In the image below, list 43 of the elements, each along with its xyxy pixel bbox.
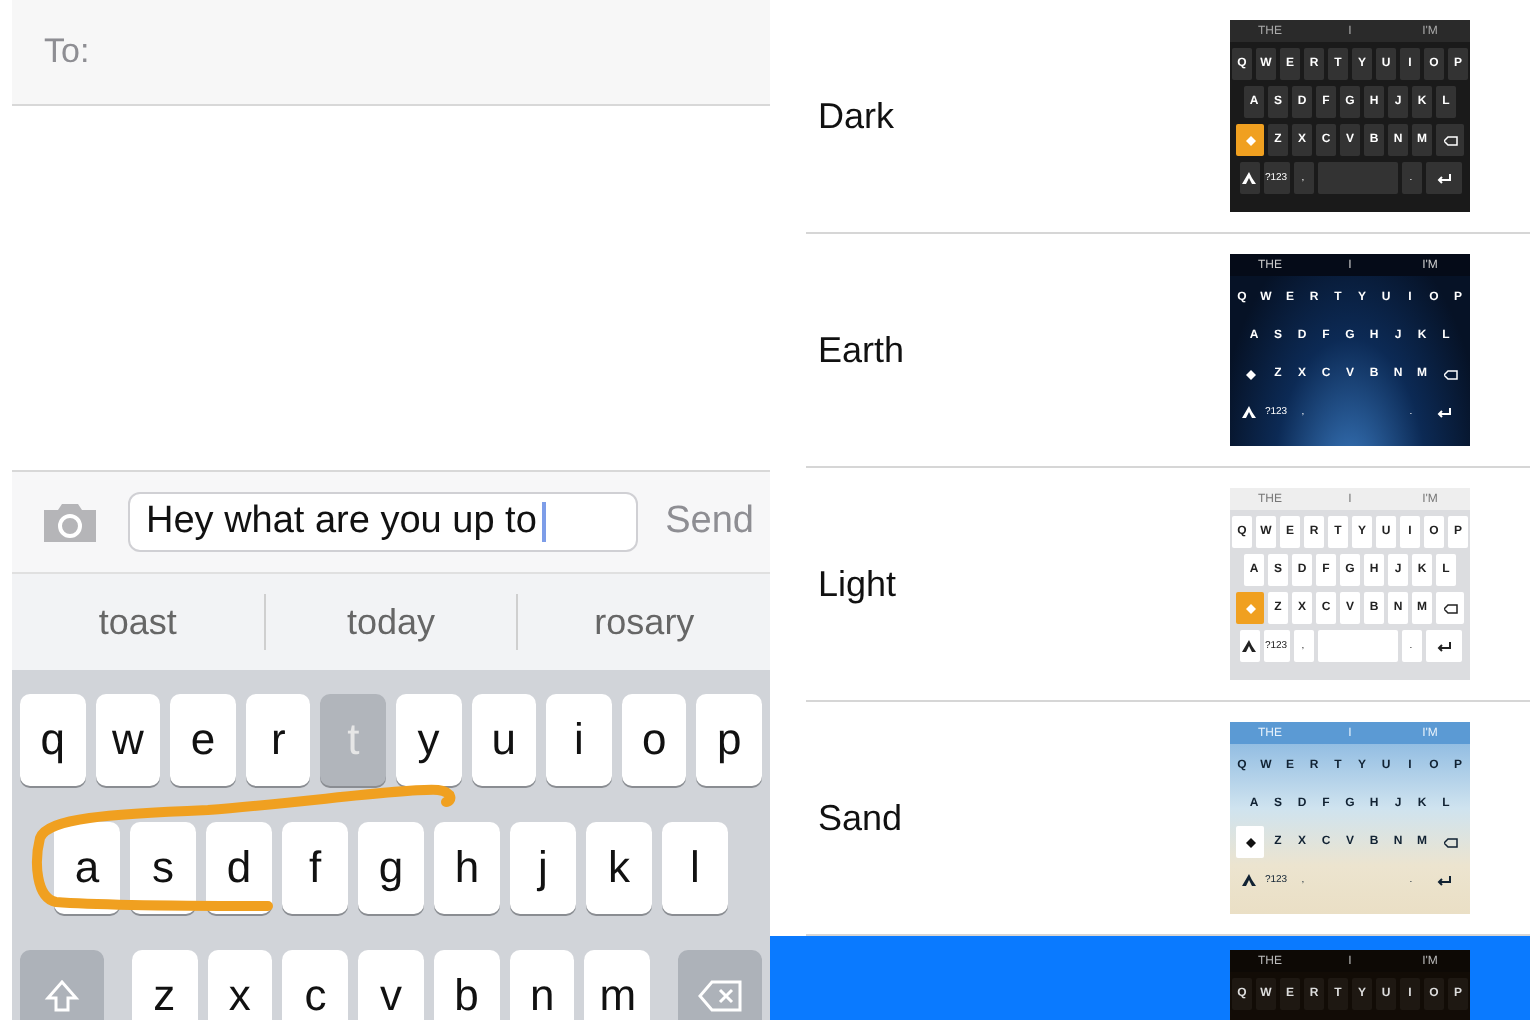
to-label: To: bbox=[44, 32, 90, 72]
return-icon bbox=[1425, 162, 1461, 194]
theme-name: Dark bbox=[818, 95, 895, 137]
theme-name: Sand bbox=[818, 797, 903, 839]
keyboard-key[interactable]: p bbox=[696, 694, 762, 786]
keyboard-key[interactable]: v bbox=[358, 950, 424, 1020]
keyboard-key[interactable]: y bbox=[396, 694, 462, 786]
shift-key[interactable] bbox=[20, 950, 104, 1020]
message-field[interactable]: Hey what are you up to bbox=[128, 492, 638, 552]
keyboard-key[interactable]: j bbox=[510, 822, 576, 914]
camera-icon[interactable] bbox=[40, 500, 100, 544]
word-suggestion[interactable]: rosary bbox=[518, 574, 771, 670]
keyboard-key[interactable]: m bbox=[584, 950, 651, 1020]
keyboard-key[interactable]: x bbox=[207, 950, 273, 1020]
keyboard-key[interactable]: n bbox=[509, 950, 575, 1020]
keyboard-key[interactable]: k bbox=[586, 822, 652, 914]
keyboard-key[interactable]: u bbox=[471, 694, 537, 786]
keyboard-key[interactable]: b bbox=[433, 950, 500, 1020]
keyboard-key[interactable]: h bbox=[434, 822, 500, 914]
keyboard-key[interactable]: o bbox=[621, 694, 687, 786]
backspace-key[interactable] bbox=[678, 950, 762, 1020]
return-icon bbox=[1425, 630, 1461, 662]
logo-icon bbox=[1239, 162, 1259, 194]
preview-space-key bbox=[1317, 630, 1397, 662]
theme-name: Light bbox=[818, 563, 897, 605]
keyboard-key[interactable]: w bbox=[95, 694, 161, 786]
keyboard-key[interactable]: c bbox=[282, 950, 349, 1020]
keyboard-key[interactable]: r bbox=[245, 694, 311, 786]
logo-icon bbox=[1239, 630, 1259, 662]
keyboard-key[interactable]: q bbox=[20, 694, 86, 786]
preview-space-key bbox=[1317, 162, 1397, 194]
keyboard-key[interactable]: z bbox=[131, 950, 197, 1020]
keyboard-key[interactable]: i bbox=[546, 694, 612, 786]
word-suggestion[interactable]: today bbox=[265, 574, 517, 670]
keyboard-key[interactable]: l bbox=[662, 822, 728, 914]
keyboard-key[interactable]: g bbox=[358, 822, 424, 914]
theme-name: Earth bbox=[818, 329, 905, 371]
keyboard-key[interactable]: e bbox=[170, 694, 236, 786]
delete-icon bbox=[1436, 124, 1464, 156]
word-suggestion[interactable]: toast bbox=[12, 574, 264, 670]
keyboard-key[interactable]: f bbox=[282, 822, 348, 914]
delete-icon bbox=[1436, 592, 1464, 624]
backspace-icon bbox=[698, 980, 743, 1012]
